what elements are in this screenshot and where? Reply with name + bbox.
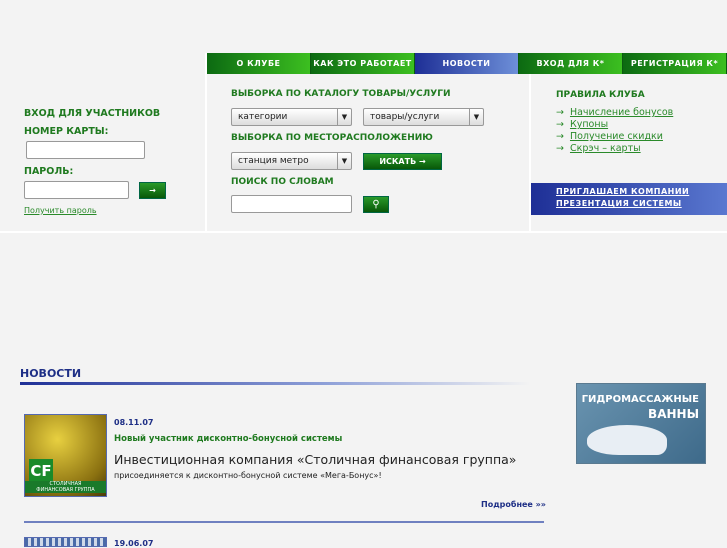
rules-title: ПРАВИЛА КЛУБА	[556, 90, 645, 100]
get-password-link[interactable]: Получить пароль	[24, 206, 97, 215]
rule-link-bonuses[interactable]: Начисление бонусов	[570, 107, 673, 118]
rule-item: → Купоны	[556, 119, 673, 130]
nav-how-it-works[interactable]: КАК ЭТО РАБОТАЕТ	[311, 53, 415, 74]
news-text: присоединяется к дисконтно-бонусной сист…	[114, 471, 382, 480]
category-select[interactable]: категории ▼	[231, 108, 352, 126]
news-underline	[20, 382, 530, 385]
keyword-search-input[interactable]	[231, 195, 352, 213]
news-more-link[interactable]: Подробнее »»	[481, 500, 546, 509]
news-image[interactable]: CF СТОЛИЧНАЯ ФИНАНСОВАЯ ГРУППА	[24, 414, 107, 497]
arrow-icon: →	[556, 131, 564, 142]
arrow-icon: →	[556, 107, 564, 118]
catalog-title: ВЫБОРКА ПО КАТАЛОГУ ТОВАРЫ/УСЛУГИ	[231, 89, 451, 99]
nav-news[interactable]: НОВОСТИ	[415, 53, 519, 74]
nav-about[interactable]: О КЛУБЕ	[207, 53, 311, 74]
category-value: категории	[238, 112, 288, 122]
divider	[205, 53, 207, 233]
find-button[interactable]: ИСКАТЬ →	[363, 153, 442, 170]
arrow-icon: →	[556, 119, 564, 130]
login-title: ВХОД ДЛЯ УЧАСТНИКОВ	[24, 108, 161, 119]
news-title: НОВОСТИ	[20, 367, 82, 380]
card-number-input[interactable]	[26, 141, 145, 159]
rule-item: → Начисление бонусов	[556, 107, 673, 118]
news-date: 19.06.07	[114, 539, 154, 548]
invite-companies-link[interactable]: ПРИГЛАШАЕМ КОМПАНИИ	[556, 187, 727, 196]
arrow-icon: →	[556, 143, 564, 154]
chevron-down-icon: ▼	[469, 109, 483, 125]
banner-line: ВАННЫ	[648, 407, 699, 421]
system-presentation-link[interactable]: ПРЕЗЕНТАЦИЯ СИСТЕМЫ	[556, 199, 727, 208]
chevron-down-icon: ▼	[337, 153, 351, 169]
banner-line: ГИДРОМАССАЖНЫЕ	[581, 394, 699, 405]
news-image[interactable]	[24, 537, 107, 547]
nav-login[interactable]: ВХОД ДЛЯ К*	[519, 53, 623, 74]
password-input[interactable]	[24, 181, 129, 199]
divider	[0, 231, 727, 233]
news-separator	[24, 521, 544, 523]
bathtub-banner[interactable]: ГИДРОМАССАЖНЫЕ ВАННЫ	[576, 383, 706, 464]
promo-panel: ПРИГЛАШАЕМ КОМПАНИИ ПРЕЗЕНТАЦИЯ СИСТЕМЫ	[531, 183, 727, 215]
location-title: ВЫБОРКА ПО МЕСТОРАСПОЛОЖЕНИЮ	[231, 133, 433, 143]
search-button[interactable]: ⚲	[363, 196, 389, 213]
words-title: ПОИСК ПО СЛОВАМ	[231, 177, 334, 187]
password-label: ПАРОЛЬ:	[24, 166, 74, 177]
news-headline[interactable]: Новый участник дисконтно-бонусной систем…	[114, 434, 342, 444]
nav-register[interactable]: РЕГИСТРАЦИЯ К*	[623, 53, 727, 74]
chevron-down-icon: ▼	[337, 109, 351, 125]
bathtub-image	[587, 425, 667, 455]
login-submit-button[interactable]: →	[139, 182, 166, 199]
news-lead: Инвестиционная компания «Столичная финан…	[114, 452, 517, 467]
main-nav: О КЛУБЕ КАК ЭТО РАБОТАЕТ НОВОСТИ ВХОД ДЛ…	[207, 53, 727, 74]
rules-list: → Начисление бонусов → Купоны → Получение с…	[556, 107, 673, 155]
rule-item: → Получение скидки	[556, 131, 673, 142]
goods-value: товары/услуги	[370, 112, 440, 122]
rule-item: → Скрэч – карты	[556, 143, 673, 154]
rule-link-coupons[interactable]: Купоны	[570, 119, 608, 130]
metro-value: станция метро	[238, 156, 309, 166]
metro-select[interactable]: станция метро ▼	[231, 152, 352, 170]
card-label: НОМЕР КАРТЫ:	[24, 126, 109, 137]
search-icon: ⚲	[372, 199, 380, 210]
news-date: 08.11.07	[114, 418, 154, 427]
rule-link-discount[interactable]: Получение скидки	[570, 131, 663, 142]
rule-link-scratch[interactable]: Скрэч – карты	[570, 143, 641, 154]
goods-select[interactable]: товары/услуги ▼	[363, 108, 484, 126]
